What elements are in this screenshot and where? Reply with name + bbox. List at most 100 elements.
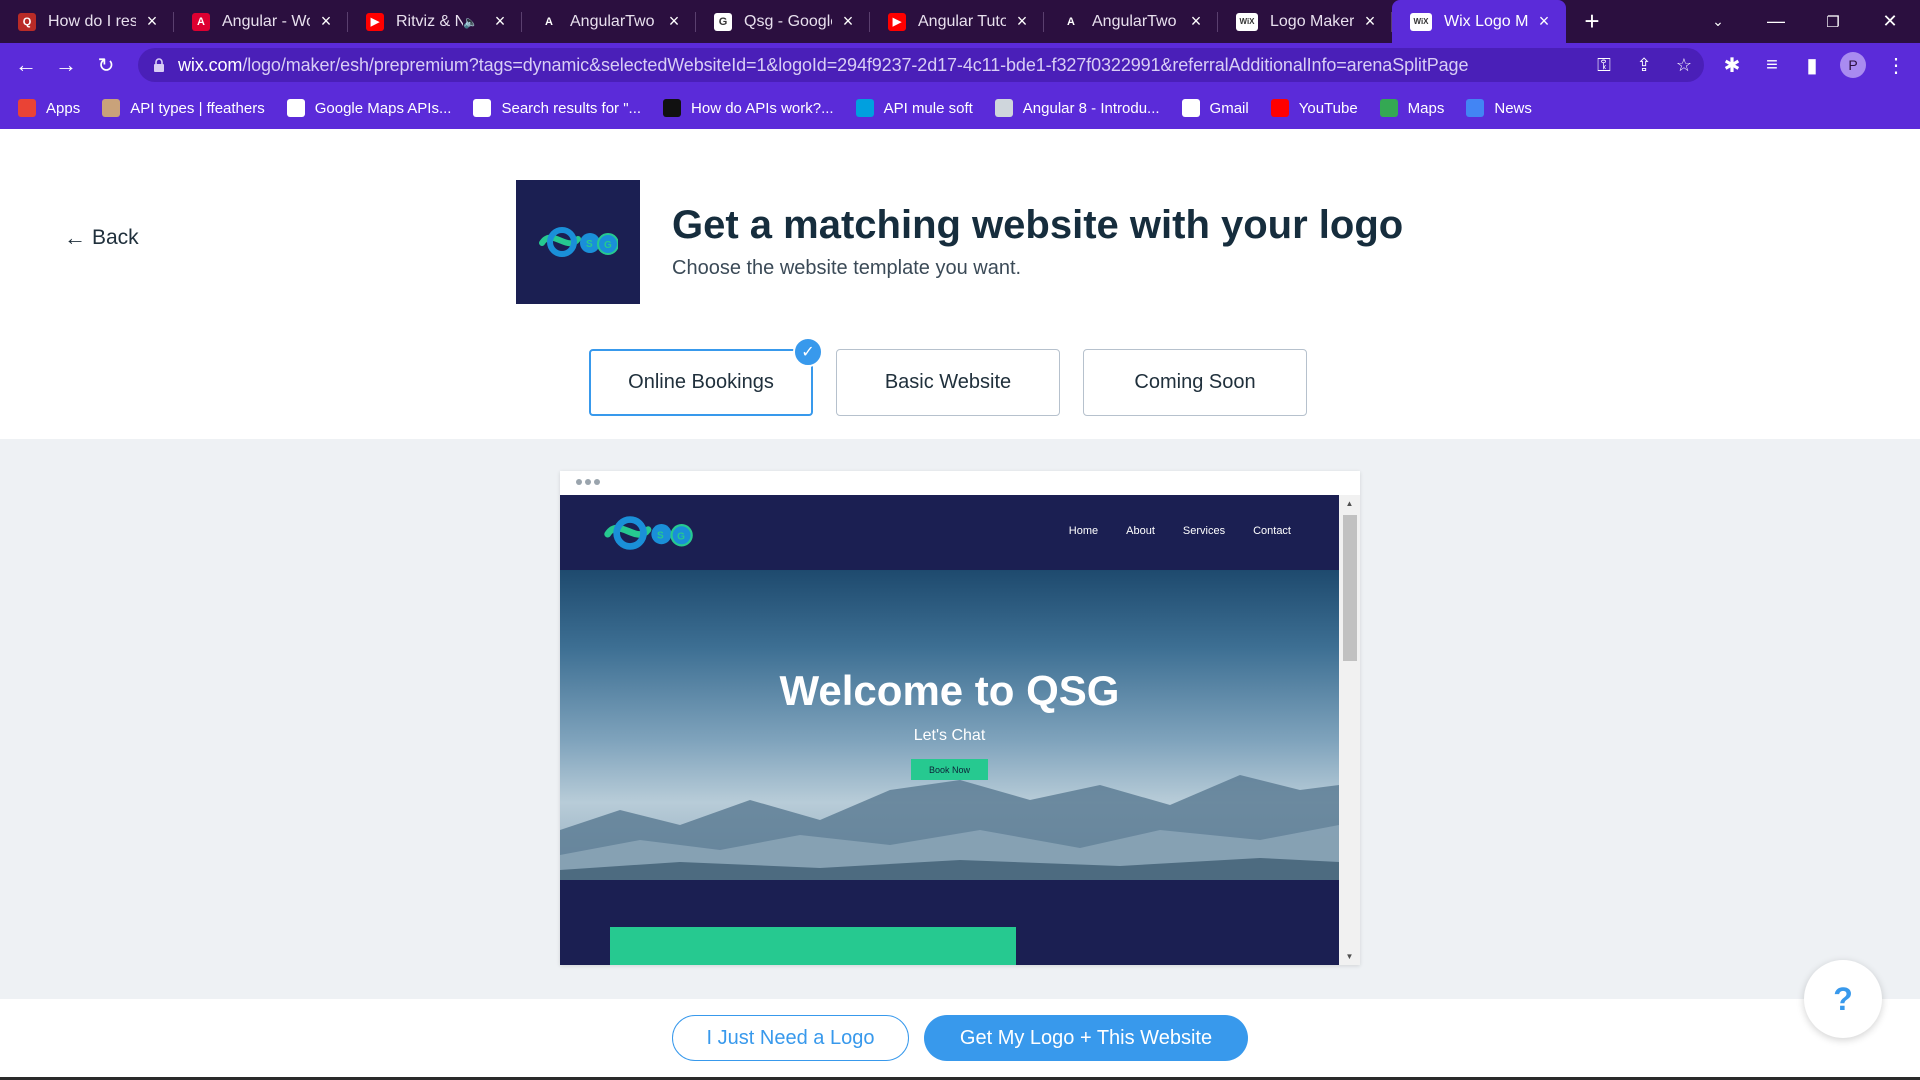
template-label: Basic Website — [884, 371, 1012, 393]
bookmark-label: Gmail — [1209, 99, 1249, 117]
browser-tab[interactable]: G Qsg - Google × — [696, 0, 870, 43]
close-tab-icon[interactable]: × — [1362, 11, 1378, 32]
bookmark-label: Apps — [46, 99, 81, 117]
forward-nav-icon[interactable]: → — [46, 45, 86, 85]
close-tab-icon[interactable]: × — [1536, 11, 1552, 32]
bookmark-item[interactable]: Apps — [18, 99, 80, 117]
address-bar[interactable]: wix.com/logo/maker/esh/prepremium?tags=d… — [138, 48, 1704, 82]
link-icon — [663, 99, 682, 117]
angular8-icon — [994, 99, 1013, 117]
logo-preview: S G — [516, 180, 640, 304]
url-path: /logo/maker/esh/prepremium?tags=dynamic&… — [242, 54, 1469, 75]
logo-and-website-button[interactable]: Get My Logo + This Website — [924, 1015, 1248, 1061]
scroll-thumb[interactable] — [1343, 515, 1357, 661]
bookmark-item[interactable]: Google Maps APIs... — [286, 99, 452, 117]
bookmark-item[interactable]: Gmail — [1181, 99, 1249, 117]
close-window-button[interactable]: ✕ — [1862, 0, 1918, 43]
bookmark-item[interactable]: News — [1466, 99, 1532, 117]
bookmark-label: Maps — [1407, 99, 1445, 117]
mountain-image — [560, 775, 1339, 880]
url-text[interactable]: wix.com/logo/maker/esh/prepremium?tags=d… — [178, 55, 1584, 76]
speaker-icon[interactable]: 🔈 — [463, 15, 478, 29]
share-icon[interactable]: ⇪ — [1624, 48, 1664, 82]
svg-text:G: G — [677, 532, 685, 543]
back-button[interactable]: ← Back — [64, 225, 139, 251]
lock-icon — [154, 58, 164, 72]
star-icon[interactable]: ☆ — [1664, 48, 1704, 82]
close-tab-icon[interactable]: × — [318, 11, 334, 32]
site-hero: Welcome to QSG Let's Chat Book Now — [560, 570, 1339, 880]
help-button[interactable]: ? — [1804, 960, 1882, 1038]
page: ← Back S G Get a matching website with y… — [0, 129, 1920, 1080]
website-preview-frame: S G Home About Services Contact Welcome … — [560, 471, 1360, 965]
preview-scrollbar[interactable]: ▲ ▼ — [1339, 495, 1360, 965]
profile-button[interactable]: P — [1833, 45, 1873, 85]
close-tab-icon[interactable]: × — [1014, 11, 1030, 32]
book-now-button: Book Now — [911, 759, 988, 780]
browser-tab[interactable]: Q How do I reso × — [0, 0, 174, 43]
template-basic-website[interactable]: Basic Website — [836, 349, 1060, 416]
browser-tab[interactable]: WiX Wix Logo Mak × — [1392, 0, 1566, 43]
wix-icon: WiX — [1410, 12, 1432, 31]
avatar: P — [1840, 52, 1866, 78]
tab-list: Q How do I reso × A Angular - Wor × ▶ Ritviz & … — [0, 0, 1566, 43]
browser-tab[interactable]: ▶ Angular Tutor × — [870, 0, 1044, 43]
reload-icon[interactable]: ↻ — [86, 45, 126, 85]
bookmark-item[interactable]: API mule soft — [855, 99, 973, 117]
hero-subtitle: Let's Chat — [913, 727, 986, 744]
browser-tab[interactable]: A Angular - Wor × — [174, 0, 348, 43]
new-tab-button[interactable]: + — [1566, 0, 1618, 43]
site-nav: Home About Services Contact — [1069, 525, 1291, 537]
news-icon — [1466, 99, 1485, 117]
quora-icon: Q — [18, 12, 36, 31]
bookmark-item[interactable]: Maps — [1379, 99, 1445, 117]
tab-label: Angular Tutor — [918, 12, 1006, 30]
bookmark-item[interactable]: How do APIs work?... — [663, 99, 834, 117]
browser-tab[interactable]: WiX Logo Maker | × — [1218, 0, 1392, 43]
bookmark-item[interactable]: Angular 8 - Introdu... — [994, 99, 1160, 117]
just-logo-button[interactable]: I Just Need a Logo — [672, 1015, 909, 1061]
bookmark-label: News — [1494, 99, 1532, 117]
apps-grid-icon — [18, 99, 36, 117]
scroll-up-icon[interactable]: ▲ — [1339, 499, 1360, 508]
menu-kebab-icon[interactable]: ⋮ — [1876, 45, 1916, 85]
key-icon[interactable]: ⚿ — [1584, 48, 1624, 82]
template-online-bookings[interactable]: Online Bookings ✓ — [589, 337, 823, 416]
hero-title: Welcome to QSG — [779, 667, 1120, 714]
browser-tab[interactable]: ▶ Ritviz & N 🔈 × — [348, 0, 522, 43]
media-queue-icon[interactable]: ≡ — [1752, 45, 1792, 85]
bookmark-item[interactable]: Search results for "... — [473, 99, 641, 117]
bookmark-label: Google Maps APIs... — [314, 99, 452, 117]
minimize-button[interactable]: — — [1748, 0, 1804, 43]
back-nav-icon[interactable]: ← — [6, 45, 46, 85]
url-host: wix.com — [178, 54, 243, 75]
website-preview[interactable]: S G Home About Services Contact Welcome … — [560, 495, 1339, 965]
tab-search-icon[interactable]: ⌄ — [1690, 0, 1746, 43]
angulartwo-icon: A — [540, 12, 558, 31]
close-tab-icon[interactable]: × — [144, 11, 160, 32]
svg-text:G: G — [604, 240, 612, 251]
maps-icon — [1379, 99, 1398, 117]
close-tab-icon[interactable]: × — [492, 11, 508, 32]
browser-tab[interactable]: A AngularTwo × — [522, 0, 696, 43]
bookmark-item[interactable]: API types | ffeathers — [102, 99, 265, 117]
close-tab-icon[interactable]: × — [666, 11, 682, 32]
browser-tab[interactable]: A AngularTwo × — [1044, 0, 1218, 43]
mulesoft-icon — [855, 99, 874, 117]
bookmark-label: Search results for "... — [501, 99, 642, 117]
tab-label: Angular - Wor — [222, 12, 310, 30]
restore-button[interactable]: ❐ — [1805, 0, 1861, 43]
close-tab-icon[interactable]: × — [1188, 11, 1204, 32]
close-tab-icon[interactable]: × — [840, 11, 856, 32]
bookmark-label: Angular 8 - Introdu... — [1022, 99, 1160, 117]
side-panel-icon[interactable]: ▮ — [1792, 45, 1832, 85]
gmail-icon — [1181, 99, 1200, 117]
site-logo: S G — [604, 516, 693, 550]
search-results-icon — [473, 99, 492, 117]
extensions-icon[interactable]: ✱ — [1712, 45, 1752, 85]
bookmark-item[interactable]: YouTube — [1270, 99, 1358, 117]
tab-label: Qsg - Google — [744, 12, 832, 30]
scroll-down-icon[interactable]: ▼ — [1339, 952, 1360, 961]
template-coming-soon[interactable]: Coming Soon — [1083, 349, 1307, 416]
youtube-icon: ▶ — [888, 12, 906, 31]
